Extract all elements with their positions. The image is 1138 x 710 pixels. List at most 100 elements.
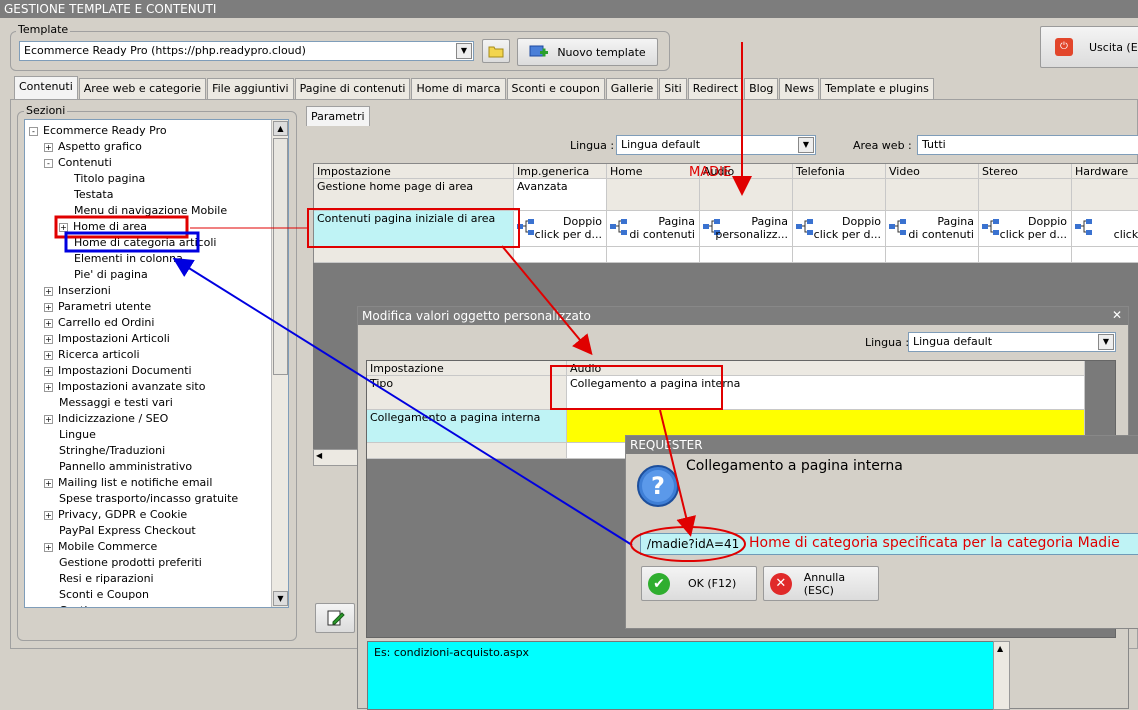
tab-4[interactable]: Home di marca — [411, 78, 505, 99]
expand-icon[interactable]: + — [44, 479, 53, 488]
tree-item[interactable]: Menu di navigazione Mobile — [59, 203, 227, 219]
tree-item[interactable]: Resi e riparazioni — [44, 571, 154, 587]
expand-icon[interactable]: + — [44, 319, 53, 328]
ok-button[interactable]: ✔ OK (F12) — [641, 566, 757, 601]
tab-10[interactable]: News — [779, 78, 819, 99]
tab-11[interactable]: Template e plugins — [820, 78, 934, 99]
tree-item[interactable]: Pie' di pagina — [59, 267, 148, 283]
grid-cell-object[interactable]: Paginapersonalizz... — [700, 211, 793, 247]
scroll-left-icon[interactable]: ◀ — [316, 451, 322, 460]
tree-item[interactable]: Spese trasporto/incasso gratuite — [44, 491, 238, 507]
tree-item[interactable]: +Aspetto grafico — [44, 139, 142, 155]
tree-item[interactable]: +Ricerca articoli — [44, 347, 140, 363]
tree-item[interactable]: PayPal Express Checkout — [44, 523, 196, 539]
tree-item[interactable]: +Impostazioni Documenti — [44, 363, 192, 379]
tab-parametri[interactable]: Parametri — [306, 106, 370, 126]
cancel-button[interactable]: ✕ Annulla (ESC) — [763, 566, 879, 601]
grid-cell-object[interactable]: Paginadi contenuti — [607, 211, 700, 247]
edit-button[interactable] — [315, 603, 355, 633]
tab-0[interactable]: Contenuti — [14, 76, 78, 99]
expand-icon[interactable]: + — [59, 223, 68, 232]
collapse-icon[interactable]: - — [29, 127, 38, 136]
grid-cell-empty[interactable] — [700, 179, 793, 211]
tree-item[interactable]: +Carrello ed Ordini — [44, 315, 154, 331]
grid-cell-empty[interactable] — [793, 179, 886, 211]
expand-icon[interactable]: + — [44, 511, 53, 520]
dialog-lingua-select[interactable]: Lingua default ▼ — [908, 332, 1116, 352]
tree-item-label: Home di area — [73, 220, 147, 233]
close-icon[interactable]: ✕ — [1112, 308, 1122, 322]
tree-item[interactable]: + Indicizzazione / SEO — [44, 411, 168, 427]
expand-icon[interactable]: + — [44, 303, 53, 312]
tab-2[interactable]: File aggiuntivi — [207, 78, 294, 99]
hint-scrollbar[interactable]: ▲ — [993, 641, 1010, 710]
expand-icon[interactable]: + — [44, 287, 53, 296]
lingua-select[interactable]: Lingua default ▼ — [616, 135, 816, 155]
grid-cell-value[interactable]: Avanzata — [514, 179, 607, 211]
tree-item[interactable]: +Impostazioni avanzate sito — [44, 379, 205, 395]
tree-item[interactable]: Elementi in colonna — [59, 251, 183, 267]
tree-item[interactable]: Messaggi e testi vari — [44, 395, 173, 411]
tree-item[interactable]: Home di categoria articoli — [59, 235, 216, 251]
tree-item[interactable]: Lingue — [44, 427, 96, 443]
tree-item[interactable]: +Privacy, GDPR e Cookie — [44, 507, 187, 523]
grid-cell-empty[interactable] — [1072, 179, 1138, 211]
exit-button[interactable]: ⏻ Uscita (Es — [1040, 26, 1138, 68]
tree-item[interactable]: Gestione prodotti preferiti — [44, 555, 202, 571]
grid-cell-object[interactable]: Dopclick per — [1072, 211, 1138, 247]
dialog-row-tipo-value[interactable]: Collegamento a pagina interna — [567, 376, 1085, 410]
open-folder-button[interactable] — [482, 39, 510, 63]
tree-scrollbar[interactable]: ▲ ▼ — [271, 120, 288, 607]
tree-item[interactable]: Pannello amministrativo — [44, 459, 192, 475]
grid-cell-object[interactable]: Doppioclick per d... — [793, 211, 886, 247]
tree-item[interactable]: +Parametri utente — [44, 299, 151, 315]
tree-item[interactable]: -Ecommerce Ready Pro — [29, 123, 167, 139]
chevron-down-icon[interactable]: ▼ — [456, 43, 472, 59]
expand-icon[interactable]: + — [44, 351, 53, 360]
tab-9[interactable]: Blog — [744, 78, 778, 99]
tree-item[interactable]: Gestione ... — [44, 603, 122, 608]
tree-item[interactable]: Sconti e Coupon — [44, 587, 149, 603]
tab-3[interactable]: Pagine di contenuti — [295, 78, 411, 99]
chevron-down-icon[interactable]: ▼ — [798, 137, 814, 153]
expand-icon[interactable]: + — [44, 143, 53, 152]
requester-message: Collegamento a pagina interna — [686, 458, 903, 474]
template-select[interactable]: Ecommerce Ready Pro (https://php.readypr… — [19, 41, 474, 61]
tree-item[interactable]: +Impostazioni Articoli — [44, 331, 170, 347]
tree-item[interactable]: +Mobile Commerce — [44, 539, 157, 555]
tab-1[interactable]: Aree web e categorie — [79, 78, 206, 99]
grid-cell-object[interactable]: Doppioclick per d... — [514, 211, 607, 247]
tree-item-label: Indicizzazione / SEO — [58, 412, 168, 425]
tree-item[interactable]: +Mailing list e notifiche email — [44, 475, 212, 491]
grid-hscrollbar[interactable]: ◀ — [313, 449, 361, 466]
area-select[interactable]: Tutti — [917, 135, 1138, 155]
grid-cell-empty[interactable] — [607, 179, 700, 211]
tab-7[interactable]: Siti — [659, 78, 686, 99]
grid-cell-object[interactable]: Paginadi contenuti — [886, 211, 979, 247]
scroll-up-icon[interactable]: ▲ — [997, 644, 1003, 653]
tree-item[interactable]: Testata — [59, 187, 113, 203]
grid-cell-empty[interactable] — [886, 179, 979, 211]
chevron-down-icon[interactable]: ▼ — [1098, 334, 1114, 350]
expand-icon[interactable]: + — [44, 543, 53, 552]
grid-cell-object[interactable]: Doppioclick per d... — [979, 211, 1072, 247]
sections-tree[interactable]: -Ecommerce Ready Pro+Aspetto grafico-Con… — [24, 119, 289, 608]
grid-cell-empty[interactable] — [979, 179, 1072, 211]
tree-item[interactable]: Stringhe/Traduzioni — [44, 443, 165, 459]
tree-item[interactable]: -Contenuti — [44, 155, 112, 171]
scroll-up-icon[interactable]: ▲ — [273, 121, 288, 136]
tree-item[interactable]: Titolo pagina — [59, 171, 145, 187]
expand-icon[interactable]: + — [44, 383, 53, 392]
tree-item[interactable]: +Inserzioni — [44, 283, 111, 299]
tab-5[interactable]: Sconti e coupon — [507, 78, 605, 99]
tree-item[interactable]: + Home di area — [59, 219, 147, 235]
expand-icon[interactable]: + — [44, 335, 53, 344]
collapse-icon[interactable]: - — [44, 159, 53, 168]
tab-6[interactable]: Gallerie — [606, 78, 659, 99]
scroll-down-icon[interactable]: ▼ — [273, 591, 288, 606]
expand-icon[interactable]: + — [44, 367, 53, 376]
tab-8[interactable]: Redirect — [688, 78, 743, 99]
scroll-thumb[interactable] — [273, 138, 288, 375]
expand-icon[interactable]: + — [44, 415, 53, 424]
new-template-button[interactable]: Nuovo template — [517, 38, 658, 66]
